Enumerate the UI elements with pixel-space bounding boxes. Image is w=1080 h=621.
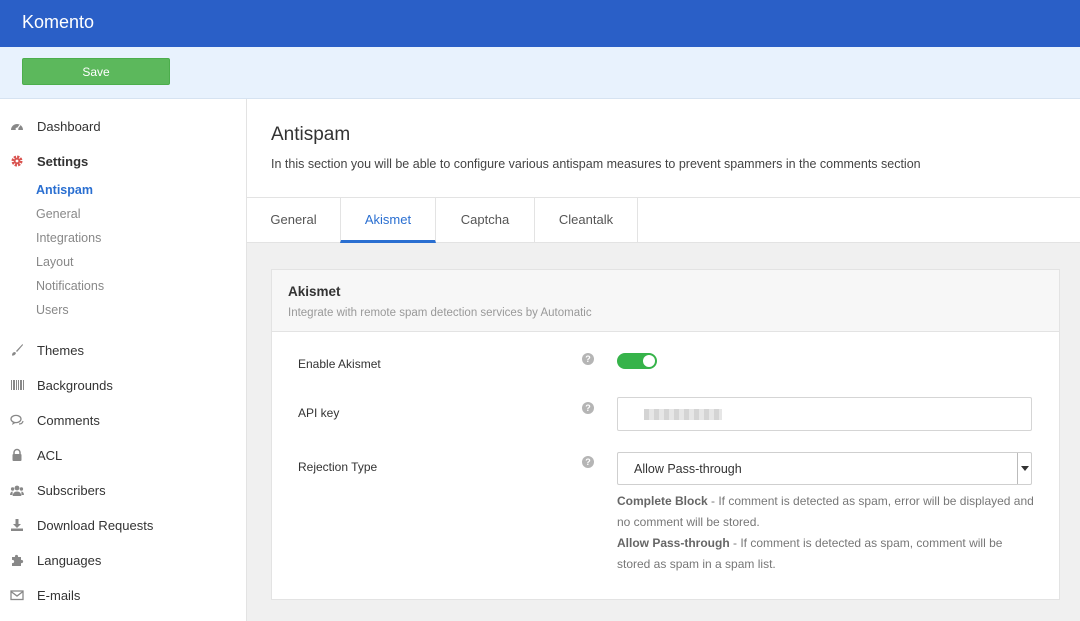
sidebar-item-languages[interactable]: Languages bbox=[0, 548, 246, 574]
tab-general[interactable]: General bbox=[247, 198, 341, 243]
rejection-type-label: Rejection Type bbox=[298, 460, 378, 474]
akismet-panel: Akismet Integrate with remote spam detec… bbox=[271, 269, 1060, 600]
tab-bar: General Akismet Captcha Cleantalk bbox=[247, 198, 1080, 243]
gear-icon bbox=[11, 155, 23, 167]
brand-title: Komento bbox=[22, 12, 95, 32]
panel-header: Akismet Integrate with remote spam detec… bbox=[272, 270, 1059, 332]
rejection-type-notes: Complete Block - If comment is detected … bbox=[617, 491, 1037, 575]
sidebar-item-label: Backgrounds bbox=[37, 378, 113, 393]
sidebar-item-settings[interactable]: Settings bbox=[0, 149, 246, 175]
sidebar: Dashboard Settings Antispam General Inte… bbox=[0, 99, 247, 621]
pass-through-title: Allow Pass-through bbox=[617, 536, 730, 550]
lock-icon bbox=[12, 448, 22, 461]
sidebar-item-label: Download Requests bbox=[37, 518, 154, 533]
sidebar-item-download-requests[interactable]: Download Requests bbox=[0, 513, 246, 539]
sidebar-item-label: ACL bbox=[37, 448, 63, 463]
complete-block-title: Complete Block bbox=[617, 494, 708, 508]
sidebar-item-subscribers[interactable]: Subscribers bbox=[0, 478, 246, 504]
panel-subtitle: Integrate with remote spam detection ser… bbox=[288, 307, 592, 319]
sidebar-subitem-layout[interactable]: Layout bbox=[36, 255, 74, 269]
help-icon[interactable]: ? bbox=[582, 353, 594, 365]
puzzle-icon bbox=[12, 554, 24, 566]
users-icon bbox=[10, 485, 24, 496]
rejection-type-select[interactable]: Allow Pass-through bbox=[617, 452, 1032, 485]
toggle-knob bbox=[643, 355, 655, 367]
barcode-icon bbox=[11, 380, 24, 390]
sidebar-subitem-users[interactable]: Users bbox=[36, 303, 69, 317]
sidebar-item-label: Comments bbox=[37, 413, 100, 428]
sidebar-subitem-notifications[interactable]: Notifications bbox=[36, 279, 104, 293]
tab-akismet[interactable]: Akismet bbox=[340, 198, 436, 243]
sidebar-item-acl[interactable]: ACL bbox=[0, 443, 246, 469]
api-key-input[interactable] bbox=[617, 397, 1032, 431]
api-key-label: API key bbox=[298, 406, 340, 420]
comments-icon bbox=[10, 414, 24, 425]
sidebar-subitem-general[interactable]: General bbox=[36, 207, 80, 221]
dashboard-icon bbox=[11, 124, 23, 131]
sidebar-item-label: Subscribers bbox=[37, 483, 106, 498]
enable-akismet-toggle[interactable] bbox=[617, 353, 657, 369]
sidebar-item-label: E-mails bbox=[37, 588, 81, 603]
sidebar-item-themes[interactable]: Themes bbox=[0, 338, 246, 364]
download-icon bbox=[11, 519, 23, 531]
sidebar-item-comments[interactable]: Comments bbox=[0, 408, 246, 434]
save-button[interactable]: Save bbox=[22, 58, 170, 85]
page-title: Antispam bbox=[271, 124, 351, 145]
brush-icon bbox=[12, 344, 23, 356]
page-header: Antispam In this section you will be abl… bbox=[247, 99, 1080, 198]
sidebar-item-label: Languages bbox=[37, 553, 102, 568]
panel-title: Akismet bbox=[288, 284, 341, 299]
sidebar-item-label: Themes bbox=[37, 343, 84, 358]
main-content: Antispam In this section you will be abl… bbox=[247, 99, 1080, 621]
sidebar-subitem-antispam[interactable]: Antispam bbox=[36, 183, 93, 197]
action-bar: Save bbox=[0, 47, 1080, 99]
sidebar-item-label: Settings bbox=[37, 154, 89, 169]
top-bar: Komento bbox=[0, 0, 1080, 47]
help-icon[interactable]: ? bbox=[582, 402, 594, 414]
api-key-masked-value bbox=[644, 409, 722, 420]
enable-akismet-label: Enable Akismet bbox=[298, 357, 381, 371]
sidebar-item-emails[interactable]: E-mails bbox=[0, 583, 246, 609]
tab-cleantalk[interactable]: Cleantalk bbox=[535, 198, 638, 243]
page-description: In this section you will be able to conf… bbox=[271, 157, 921, 171]
sidebar-item-backgrounds[interactable]: Backgrounds bbox=[0, 373, 246, 399]
sidebar-item-dashboard[interactable]: Dashboard bbox=[0, 114, 246, 140]
envelope-icon bbox=[10, 590, 24, 601]
rejection-type-value: Allow Pass-through bbox=[634, 462, 742, 476]
help-icon[interactable]: ? bbox=[582, 456, 594, 468]
sidebar-subitem-integrations[interactable]: Integrations bbox=[36, 231, 101, 245]
sidebar-item-label: Dashboard bbox=[37, 119, 101, 134]
tab-captcha[interactable]: Captcha bbox=[436, 198, 535, 243]
chevron-down-icon bbox=[1017, 453, 1031, 484]
